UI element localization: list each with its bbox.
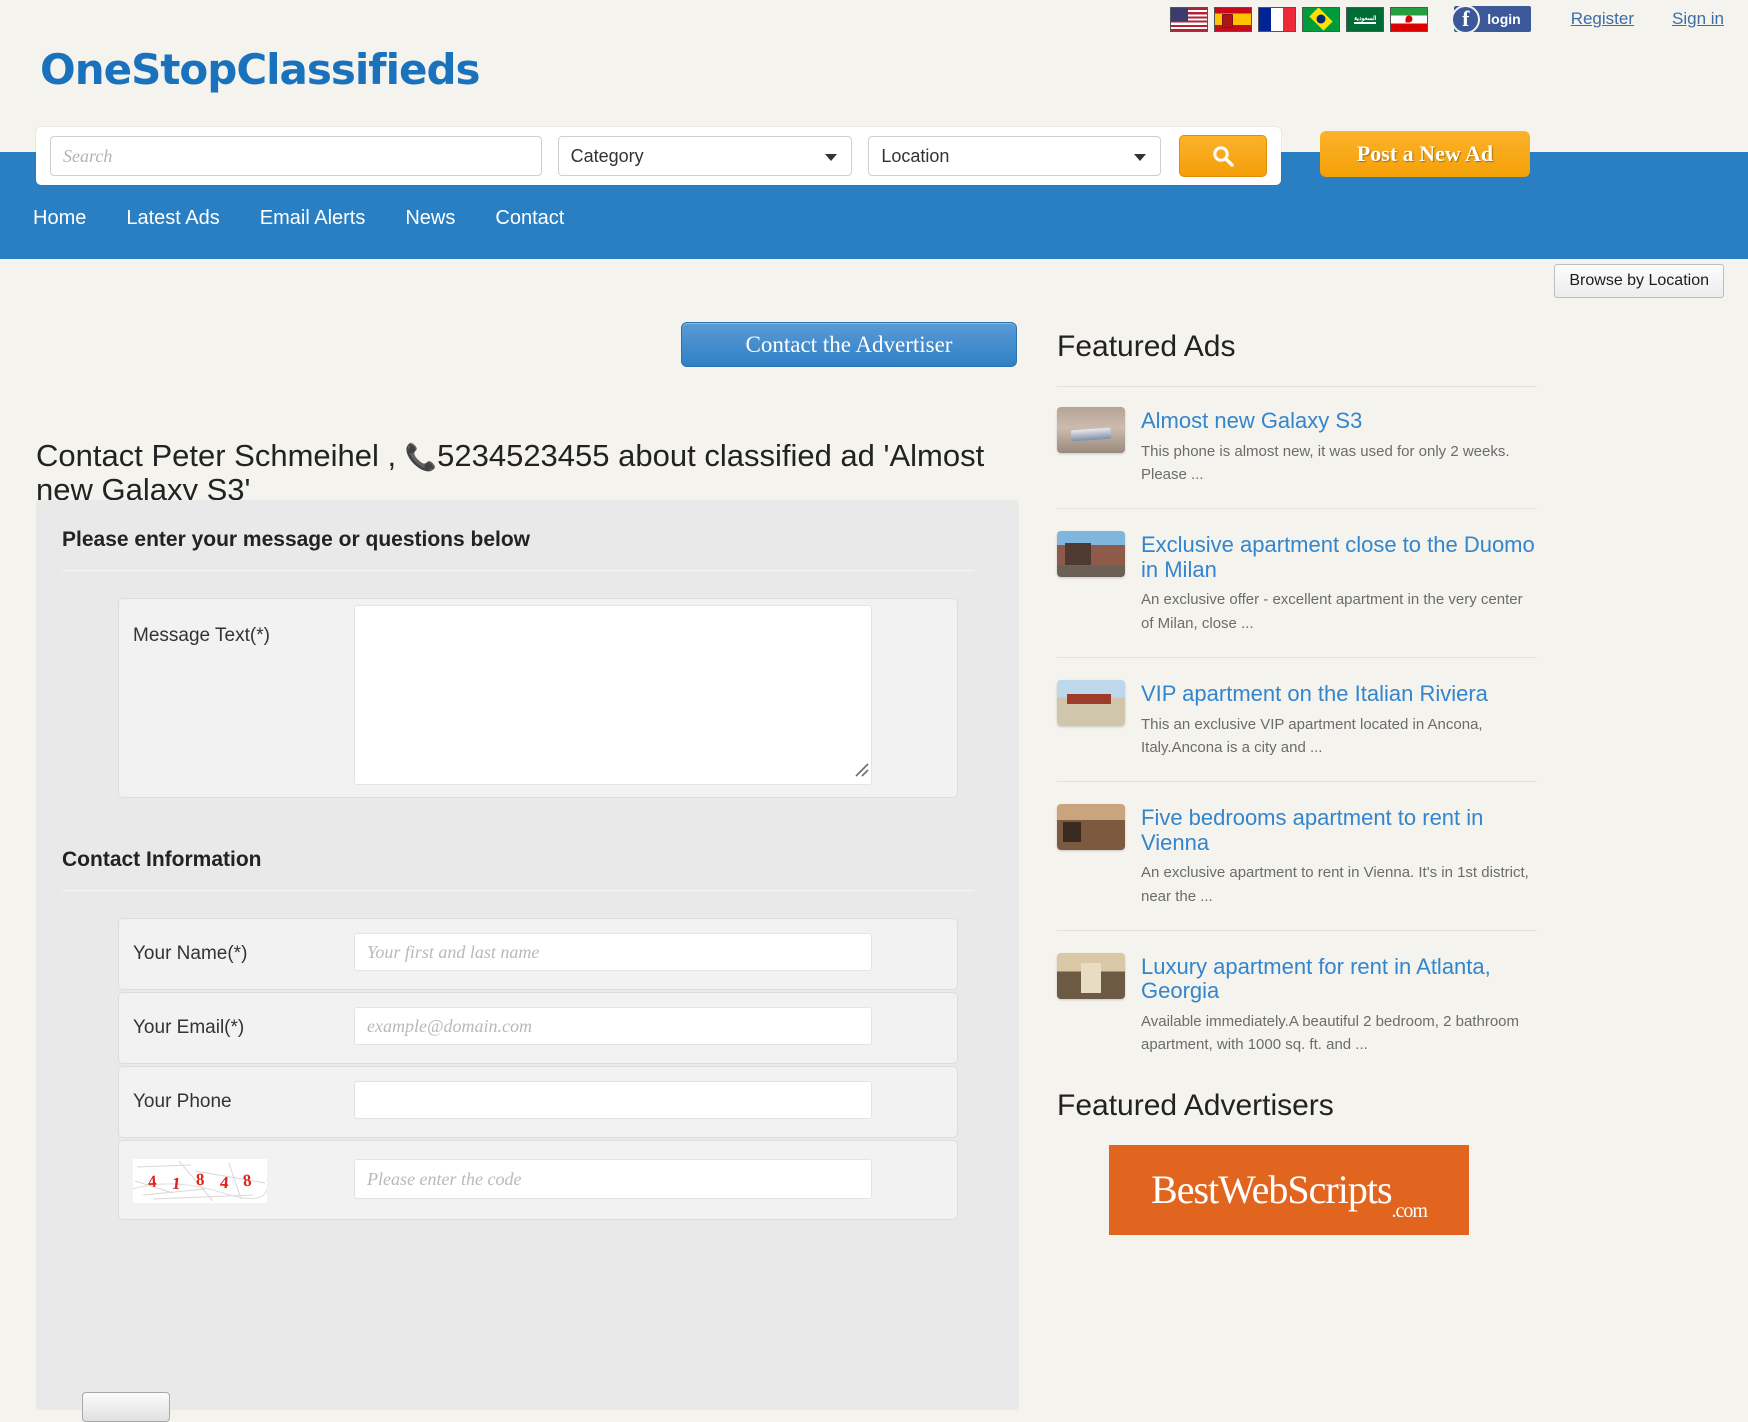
message-row: Message Text(*) [118, 598, 958, 798]
facebook-login-label: login [1487, 11, 1521, 27]
ad-title-link[interactable]: Luxury apartment for rent in Atlanta, Ge… [1141, 953, 1537, 1004]
location-select[interactable]: Location [868, 136, 1162, 176]
your-phone-row: Your Phone [118, 1066, 958, 1138]
captcha-digit-1: 4 [147, 1171, 158, 1192]
featured-ads-heading: Featured Ads [1057, 330, 1236, 363]
ad-description: Available immediately.A beautiful 2 bedr… [1141, 1013, 1519, 1054]
nav-links: Home Latest Ads Email Alerts News Contac… [33, 207, 604, 230]
captcha-digits: 4 1 8 4 8 [133, 1159, 267, 1203]
contact-form: Please enter your message or questions b… [36, 500, 1019, 1410]
ad-thumbnail-icon[interactable] [1057, 952, 1125, 999]
ad-description: This an exclusive VIP apartment located … [1141, 715, 1483, 756]
site-logo[interactable]: OneStopClassifieds [40, 45, 481, 94]
captcha-input[interactable] [354, 1159, 872, 1199]
contact-information-divider [62, 890, 974, 891]
captcha-row: 4 1 8 4 8 [118, 1140, 958, 1220]
facebook-icon: f [1451, 4, 1481, 34]
your-email-input[interactable] [354, 1007, 872, 1045]
submit-button[interactable] [82, 1392, 170, 1422]
ad-divider [1057, 656, 1537, 658]
signin-link[interactable]: Sign in [1672, 9, 1724, 29]
page-title-prefix: Contact Peter Schmeihel , [36, 437, 405, 473]
featured-ad-item: Luxury apartment for rent in Atlanta, Ge… [1057, 952, 1537, 1057]
captcha-digit-2: 1 [171, 1173, 182, 1194]
category-select[interactable]: Category [557, 136, 853, 176]
featured-ad-item: Exclusive apartment close to the Duomo i… [1057, 531, 1537, 635]
ad-thumbnail-icon[interactable] [1057, 531, 1125, 578]
message-label: Message Text(*) [133, 625, 270, 646]
ad-divider [1057, 781, 1537, 782]
nav-item-email-alerts[interactable]: Email Alerts [260, 207, 366, 230]
your-name-label: Your Name(*) [133, 943, 248, 964]
browse-by-location-button[interactable]: Browse by Location [1554, 264, 1724, 298]
search-input[interactable] [50, 136, 542, 176]
captcha-digit-3: 8 [195, 1169, 205, 1190]
chevron-down-icon [825, 154, 838, 161]
your-name-input[interactable] [354, 933, 872, 971]
facebook-login-button[interactable]: f login [1451, 4, 1531, 34]
advertiser-banner-name: BestWebScripts [1151, 1167, 1393, 1212]
language-flags: السعودية [1170, 6, 1429, 32]
search-panel: Category Location [36, 127, 1281, 185]
ad-thumbnail-icon[interactable] [1057, 407, 1125, 453]
nav-item-home[interactable]: Home [33, 207, 86, 230]
captcha-image: 4 1 8 4 8 [133, 1159, 267, 1203]
advertiser-banner[interactable]: BestWebScripts .com [1109, 1144, 1469, 1235]
flag-ir-icon[interactable] [1390, 6, 1429, 32]
ad-title-link[interactable]: Almost new Galaxy S3 [1141, 407, 1537, 434]
flag-sa-icon[interactable]: السعودية [1346, 6, 1385, 32]
ad-title-link[interactable]: VIP apartment on the Italian Riviera [1141, 680, 1537, 707]
location-select-label: Location [881, 145, 950, 166]
contact-information-heading: Contact Information [62, 848, 262, 871]
captcha-digit-4: 4 [218, 1172, 229, 1193]
featured-ad-item: Five bedrooms apartment to rent in Vienn… [1057, 804, 1537, 908]
category-select-label: Category [570, 145, 644, 166]
ad-title-link[interactable]: Exclusive apartment close to the Duomo i… [1141, 531, 1537, 582]
search-button[interactable] [1179, 135, 1267, 177]
form-heading: Please enter your message or questions b… [62, 528, 530, 551]
flag-fr-icon[interactable] [1258, 6, 1297, 32]
your-phone-input[interactable] [354, 1081, 872, 1119]
flag-us-icon[interactable] [1170, 6, 1209, 32]
message-textarea[interactable] [354, 605, 872, 785]
flag-br-icon[interactable] [1302, 6, 1341, 32]
contact-the-advertiser-button[interactable]: Contact the Advertiser [681, 322, 1017, 367]
phone-icon: 📞 [404, 441, 438, 472]
ad-description: This phone is almost new, it was used fo… [1141, 442, 1510, 483]
register-link[interactable]: Register [1571, 9, 1634, 29]
your-email-label: Your Email(*) [133, 1017, 245, 1038]
flag-es-icon[interactable] [1214, 6, 1253, 32]
nav-item-contact[interactable]: Contact [495, 207, 564, 230]
chevron-down-icon [1134, 154, 1147, 161]
ad-thumbnail-icon[interactable] [1057, 679, 1125, 726]
ad-divider [1057, 929, 1537, 931]
advertiser-banner-suffix: .com [1391, 1199, 1428, 1222]
form-heading-divider [62, 570, 974, 571]
top-bar: السعودية f login Register Sign in [0, 0, 1748, 38]
your-email-row: Your Email(*) [118, 992, 958, 1064]
featured-ads-divider [1057, 386, 1537, 387]
ad-title-link[interactable]: Five bedrooms apartment to rent in Vienn… [1141, 804, 1537, 855]
search-icon [1213, 146, 1234, 167]
your-phone-label: Your Phone [133, 1091, 232, 1112]
featured-ad-item: VIP apartment on the Italian Riviera Thi… [1057, 679, 1537, 759]
captcha-digit-5: 8 [242, 1170, 253, 1191]
featured-ad-item: Almost new Galaxy S3 This phone is almos… [1057, 407, 1537, 486]
nav-item-latest-ads[interactable]: Latest Ads [126, 207, 219, 230]
featured-advertisers-heading: Featured Advertisers [1057, 1088, 1334, 1122]
sidebar: Featured Ads Almost new Galaxy S3 This p… [1057, 330, 1727, 1235]
ad-divider [1057, 508, 1537, 510]
page-title: Contact Peter Schmeihel , 📞5234523455 ab… [36, 437, 1016, 508]
nav-item-news[interactable]: News [405, 207, 455, 230]
your-name-row: Your Name(*) [118, 918, 958, 990]
post-new-ad-button[interactable]: Post a New Ad [1320, 131, 1530, 177]
flag-sa-text: السعودية [1354, 16, 1377, 22]
ad-thumbnail-icon[interactable] [1057, 804, 1125, 850]
ad-description: An exclusive apartment to rent in Vienna… [1141, 864, 1529, 905]
ad-description: An exclusive offer - excellent apartment… [1141, 591, 1523, 632]
